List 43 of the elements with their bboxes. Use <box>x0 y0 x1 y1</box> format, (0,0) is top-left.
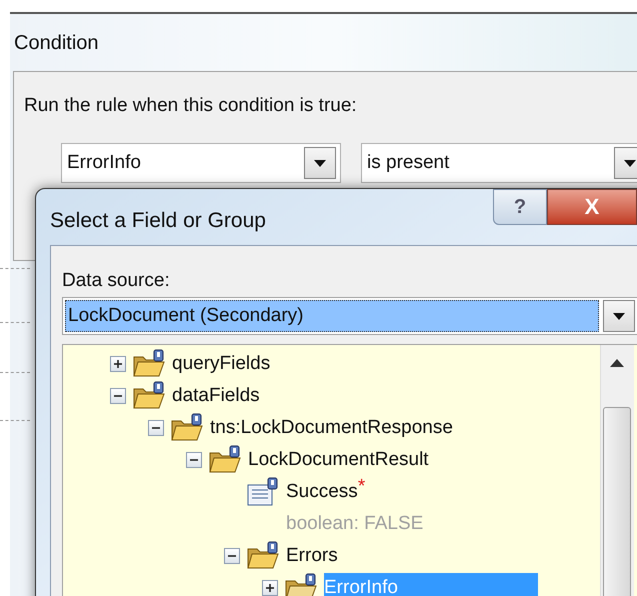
collapse-button[interactable] <box>186 452 202 468</box>
field-icon <box>246 477 280 507</box>
folder-icon <box>132 349 166 379</box>
folder-icon <box>284 573 318 596</box>
operator-dropdown[interactable]: is present <box>361 143 637 183</box>
tree-item-label: Errors <box>286 544 338 568</box>
folder-icon <box>246 541 280 571</box>
expand-button[interactable] <box>110 356 126 372</box>
tree-item-label: dataFields <box>172 384 260 408</box>
tree-item-label: queryFields <box>172 352 270 376</box>
caret-icon <box>613 312 625 320</box>
tree-item-label: Success <box>286 480 358 504</box>
scrollbar[interactable] <box>600 345 634 596</box>
tree-item[interactable]: queryFields <box>172 349 410 379</box>
folder-icon <box>170 413 204 443</box>
data-source-dropdown[interactable]: LockDocument (Secondary) <box>62 297 637 335</box>
field-dropdown[interactable]: ErrorInfo <box>61 143 341 183</box>
folder-icon <box>132 381 166 411</box>
required-mark: * <box>358 477 366 497</box>
tree-item-label: LockDocumentResult <box>248 448 429 472</box>
folder-icon <box>208 445 242 475</box>
tree-item-label: ErrorInfo <box>324 576 398 596</box>
tree-item[interactable]: LockDocumentResult <box>248 445 569 475</box>
help-button[interactable]: ? <box>493 189 547 225</box>
tree-item[interactable]: tns:LockDocumentResponse <box>210 413 593 443</box>
scroll-up-icon[interactable] <box>610 359 624 367</box>
field-detail: boolean: FALSE <box>286 512 424 536</box>
tree-item-label: tns:LockDocumentResponse <box>210 416 453 440</box>
plus-icon <box>113 359 123 369</box>
tree-item[interactable]: Errors <box>286 541 478 571</box>
collapse-button[interactable] <box>224 548 240 564</box>
tree-item[interactable]: dataFields <box>172 381 400 411</box>
plus-icon <box>265 583 275 593</box>
caret-icon <box>314 160 326 166</box>
expand-button[interactable] <box>262 580 278 596</box>
collapse-button[interactable] <box>148 420 164 436</box>
condition-label: Run the rule when this condition is true: <box>24 94 357 118</box>
tree-item[interactable]: Success* <box>286 477 506 507</box>
caret-icon <box>624 160 636 166</box>
window-title: Condition <box>14 31 99 56</box>
data-source-label: Data source: <box>62 269 170 293</box>
collapse-button[interactable] <box>110 388 126 404</box>
dialog-title: Select a Field or Group <box>50 208 266 234</box>
